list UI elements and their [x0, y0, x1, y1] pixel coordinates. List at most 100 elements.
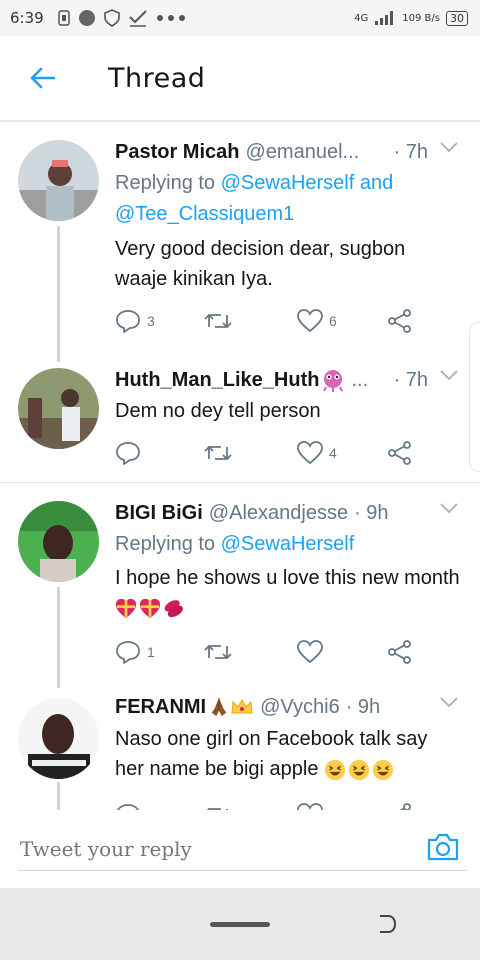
tweet-header: Huth_Man_Like_Huth ... · 7h	[115, 366, 480, 394]
thread-line	[57, 226, 60, 362]
reply-icon	[116, 641, 140, 664]
emoji-group	[115, 598, 185, 620]
replying-to-label: Replying to	[115, 533, 216, 555]
reply-button[interactable]: 1	[115, 637, 155, 667]
tweet-text: Dem no dey tell person	[115, 400, 321, 422]
tweet-header: Pastor Micah @emanuel... · 7h	[115, 138, 480, 166]
network-type: 4G	[354, 12, 369, 24]
replying-to: Replying to @SewaHerself and @Tee_Classi…	[115, 168, 450, 230]
author-handle[interactable]: ...	[351, 369, 368, 392]
tweet-actions: 3 6	[115, 306, 425, 336]
tweet-header: FERANMI @Vychi6 · 9h	[115, 693, 480, 721]
author-name[interactable]: FERANMI	[115, 696, 206, 719]
crown-emoji-icon	[231, 698, 253, 714]
tweet-time: · 9h	[345, 695, 381, 718]
notification-icons	[57, 9, 186, 27]
retweet-icon	[204, 446, 232, 460]
alien-emoji-icon	[323, 370, 344, 392]
page-title: Thread	[108, 62, 206, 94]
avatar[interactable]	[18, 368, 99, 449]
avatar[interactable]	[18, 140, 99, 221]
status-time: 6:39	[10, 9, 44, 27]
thread-line	[57, 782, 60, 811]
chevron-down-icon[interactable]	[440, 503, 458, 515]
thread-line	[57, 587, 60, 688]
share-button[interactable]	[387, 637, 413, 667]
chevron-down-icon[interactable]	[440, 142, 458, 154]
author-handle[interactable]: @emanuel...	[245, 141, 359, 164]
chevron-down-icon[interactable]	[440, 697, 458, 709]
check-icon	[128, 10, 147, 27]
reply-icon	[116, 310, 140, 333]
like-button[interactable]: 6	[297, 306, 337, 336]
system-icons: 4G 109 B/s 30	[354, 10, 468, 26]
author-handle[interactable]: @Vychi6	[260, 696, 340, 719]
replying-to-label: Replying to	[115, 172, 216, 194]
share-button[interactable]	[387, 438, 413, 468]
circle-icon	[78, 10, 95, 26]
tweet-text-body: I hope he shows u love this new month	[115, 567, 460, 589]
camera-icon	[427, 833, 459, 861]
retweet-icon	[204, 314, 232, 328]
tweet-text: Naso one girl on Facebook talk say her n…	[115, 724, 460, 784]
author-handle[interactable]: @Alexandjesse	[209, 502, 348, 525]
tweet-actions: 1	[115, 637, 425, 667]
system-back-icon[interactable]	[374, 912, 398, 936]
share-icon	[388, 640, 411, 664]
thread-feed: Pastor Micah @emanuel... · 7h Replying t…	[0, 121, 480, 811]
network-speed: 109 B/s	[402, 12, 440, 24]
praying-hands-emoji-icon	[211, 697, 227, 717]
reply-mentions[interactable]: @SewaHerself	[221, 533, 355, 555]
avatar[interactable]	[18, 501, 99, 582]
kiss-mark-emoji-icon	[164, 599, 183, 617]
chevron-down-icon[interactable]	[440, 370, 458, 382]
tweet[interactable]: Pastor Micah @emanuel... · 7h Replying t…	[0, 122, 480, 362]
tweet-time: · 9h	[354, 501, 389, 524]
retweet-icon	[204, 645, 232, 659]
share-button[interactable]	[387, 306, 413, 336]
heart-gift-emoji-icon	[139, 598, 161, 618]
laughing-emoji-icon	[372, 759, 394, 780]
like-button[interactable]: 4	[297, 438, 337, 468]
author-name[interactable]: Huth_Man_Like_Huth	[115, 369, 319, 392]
sim-icon	[57, 10, 70, 26]
author-name[interactable]: Pastor Micah	[115, 141, 239, 164]
tweet-header: BIGI BiGi @Alexandjesse · 9h	[115, 499, 480, 527]
like-count: 4	[329, 445, 337, 461]
battery-icon: 30	[446, 10, 468, 26]
author-name[interactable]: BIGI BiGi	[115, 502, 203, 525]
app-header: Thread	[0, 36, 480, 121]
camera-button[interactable]	[426, 832, 460, 866]
reply-button[interactable]	[115, 438, 147, 468]
tweet-time: · 7h	[393, 368, 428, 391]
back-button[interactable]	[22, 58, 62, 98]
laughing-emoji-icon	[348, 759, 370, 780]
tweet-actions: 4	[115, 438, 425, 468]
tweet[interactable]: FERANMI @Vychi6 · 9h Naso one girl on Fa…	[0, 688, 480, 811]
retweet-button[interactable]	[203, 637, 239, 667]
reply-bar	[0, 810, 480, 888]
retweet-button[interactable]	[203, 306, 239, 336]
shield-icon	[103, 9, 120, 27]
home-pill-button[interactable]	[210, 922, 270, 927]
heart-icon	[297, 309, 323, 333]
avatar[interactable]	[18, 698, 99, 779]
laughing-emoji-icon	[324, 759, 346, 780]
system-nav-bar	[0, 888, 480, 960]
reply-button[interactable]: 3	[115, 306, 155, 336]
tweet[interactable]: Huth_Man_Like_Huth ... · 7h Dem no dey t…	[0, 362, 480, 482]
replying-to: Replying to @SewaHerself	[115, 529, 450, 560]
reply-input[interactable]	[18, 828, 467, 871]
back-arrow-icon	[30, 67, 55, 89]
tweet-time: · 7h	[393, 140, 428, 163]
retweet-button[interactable]	[203, 438, 239, 468]
heart-icon	[297, 441, 323, 465]
emoji-group	[324, 759, 394, 781]
scroll-handle[interactable]	[469, 322, 480, 472]
heart-icon	[297, 640, 323, 664]
status-bar: 6:39 4G 109 B/s 30	[0, 0, 480, 36]
tweet-text: Very good decision dear, sugbon waaje ki…	[115, 238, 406, 290]
like-button[interactable]	[297, 637, 329, 667]
share-icon	[388, 309, 411, 333]
reply-count: 1	[147, 644, 155, 660]
